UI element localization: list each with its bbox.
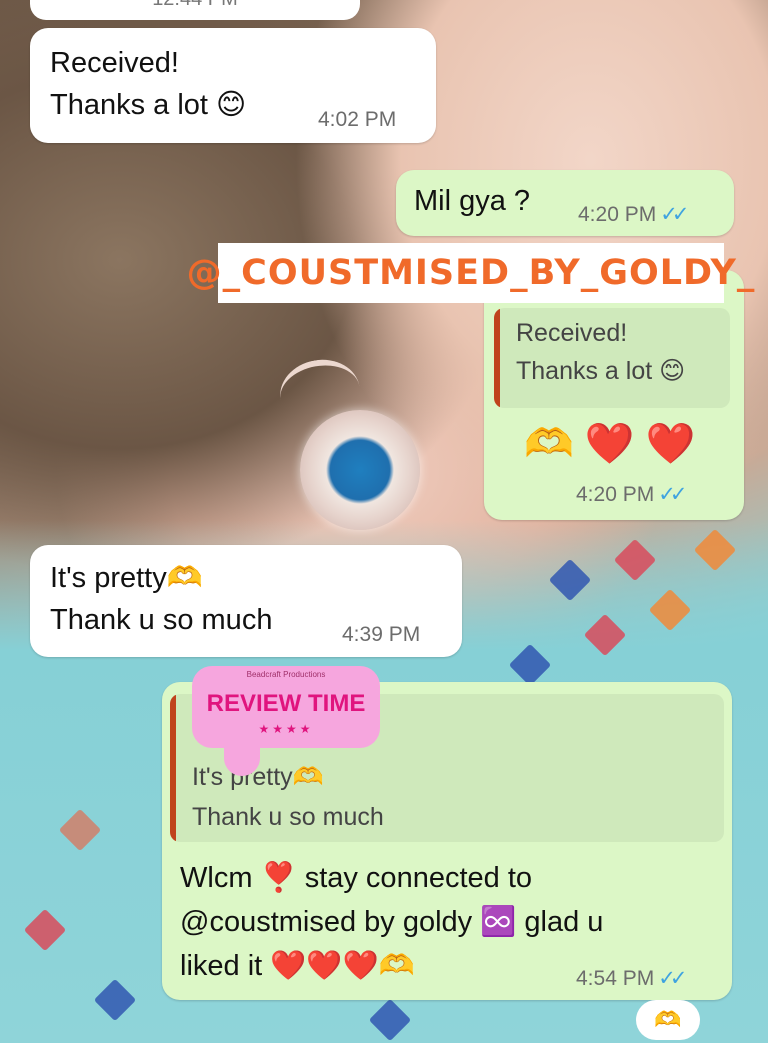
double-check-icon: ✓✓ [660, 203, 689, 226]
review-time-sticker: Beadcraft Productions REVIEW TIME ★★★★ [192, 666, 380, 776]
emoji-text: 🫶 ❤️ ❤️ [524, 422, 696, 466]
message-line: Thanks a lot 😊 [50, 89, 247, 121]
sticker-small-text: Beadcraft Productions [246, 670, 326, 679]
message-line: Wlcm ❣️ stay connected to [180, 862, 533, 894]
message-outgoing-reply[interactable]: Received! Thanks a lot 😊 🫶 ❤️ ❤️ 4:20 PM… [484, 270, 744, 520]
quoted-line: Received! [516, 319, 628, 347]
finger-heart-icon: 🫶 [654, 1007, 682, 1032]
message-time: 4:39 PM [342, 623, 421, 646]
double-check-icon: ✓✓ [658, 483, 687, 506]
message-time: 4:20 PM [578, 203, 657, 226]
message-line: Mil gya ? [414, 185, 531, 217]
sticker-title: REVIEW TIME [206, 690, 366, 717]
message-incoming[interactable]: It's pretty🫶 Thank u so much 4:39 PM [30, 545, 462, 657]
clipped-message-top: 12:44 PM [30, 0, 360, 20]
message-time: 12:44 PM [30, 0, 360, 11]
message-reaction[interactable]: 🫶 [636, 1000, 700, 1040]
ring-gem [300, 410, 420, 530]
message-line: liked it ❤️❤️❤️🫶 [180, 950, 415, 982]
message-time: 4:54 PM [576, 967, 655, 990]
instagram-mention-sticker[interactable]: @_COUSTMISED_BY_GOLDY_ [187, 243, 754, 303]
message-time: 4:20 PM [576, 483, 655, 506]
mention-text: @_COUSTMISED_BY_GOLDY_ [186, 253, 756, 293]
quoted-line: Thank u so much [192, 803, 384, 831]
message-incoming[interactable]: Received! Thanks a lot 😊 4:02 PM [30, 28, 436, 143]
quote-bar [170, 694, 176, 842]
star-icons: ★★★★ [258, 722, 314, 736]
message-time: 4:02 PM [318, 108, 397, 131]
message-line: Received! [50, 47, 179, 79]
message-time-row: 4:20 PM ✓✓ [576, 482, 687, 507]
message-line: It's pretty🫶 [50, 562, 203, 594]
message-time-row: 4:54 PM ✓✓ [576, 966, 687, 991]
double-check-icon: ✓✓ [658, 967, 687, 990]
emoji-row: 🫶 ❤️ ❤️ [524, 420, 696, 467]
quoted-line: Thanks a lot 😊 [516, 357, 686, 385]
message-line: Thank u so much [50, 604, 273, 636]
message-outgoing[interactable]: Mil gya ? 4:20 PM ✓✓ [396, 170, 734, 236]
speech-tail [224, 740, 260, 776]
message-time-row: 4:20 PM ✓✓ [578, 202, 689, 227]
quoted-message[interactable]: Received! Thanks a lot 😊 [494, 308, 730, 408]
quote-bar [494, 308, 500, 408]
message-line: @coustmised by goldy ♾️ glad u [180, 906, 604, 938]
